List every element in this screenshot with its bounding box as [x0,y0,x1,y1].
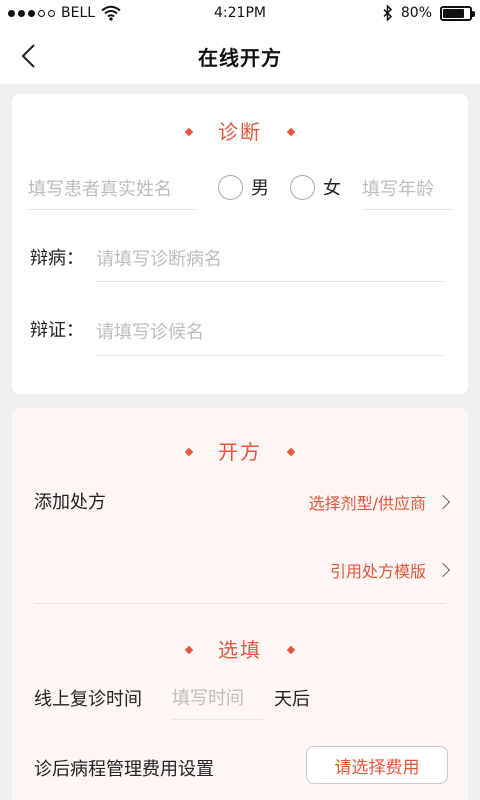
radio-circle-icon [218,174,243,200]
radio-circle-icon [290,174,315,200]
gender-female-label: 女 [323,178,341,199]
select-type-link[interactable]: 选择剂型/供应商 [308,490,451,514]
page-title: 在线开方 [198,46,282,70]
status-right: 80% [383,5,475,21]
diamond-icon [184,645,194,654]
followup-time-input[interactable] [172,678,264,720]
prescription-card: 开方 添加处方 选择剂型/供应商 引用处方模版 选填 线上复诊时间 天后 诊后病… [12,408,468,800]
bluetooth-icon [383,5,392,21]
disease-input[interactable] [96,238,444,282]
followup-label: 线上复诊时间 [34,689,142,710]
battery-fill [443,8,464,18]
diagnosis-title-text: 诊断 [218,120,262,144]
status-bar: BELL 4:21PM 80% [0,0,480,28]
chevron-right-icon [435,494,451,510]
chevron-right-icon [435,562,451,578]
followup-suffix: 天后 [274,689,310,710]
fee-label: 诊后病程管理费用设置 [34,759,214,780]
nav-header: 在线开方 [0,28,480,84]
optional-title-text: 选填 [218,638,262,662]
diamond-icon [184,447,194,456]
optional-section-title: 选填 [12,634,468,663]
disease-label: 辩病： [30,248,84,269]
template-text: 引用处方模版 [329,562,426,581]
diamond-icon [286,447,296,456]
battery-icon [440,5,475,21]
patient-name-input[interactable] [28,170,196,210]
add-prescription-label: 添加处方 [34,492,106,513]
select-fee-button[interactable]: 请选择费用 [306,746,448,784]
syndrome-label: 辩证： [30,320,84,341]
template-link[interactable]: 引用处方模版 [329,558,451,582]
prescription-section-title: 开方 [12,436,468,465]
diagnosis-card: 诊断 男 女 辩病： 辩证： [12,94,468,394]
diamond-icon [184,127,194,136]
diagnosis-section-title: 诊断 [12,116,468,145]
gender-male-radio[interactable]: 男 [218,174,269,200]
syndrome-input[interactable] [96,310,444,356]
age-input[interactable] [362,170,454,210]
prescription-title-text: 开方 [218,440,262,464]
gender-female-radio[interactable]: 女 [290,174,341,200]
diamond-icon [286,127,296,136]
diamond-icon [286,645,296,654]
section-divider [34,603,446,604]
gender-male-label: 男 [251,178,269,199]
select-type-text: 选择剂型/供应商 [308,494,426,513]
battery-percent: 80% [400,5,432,21]
